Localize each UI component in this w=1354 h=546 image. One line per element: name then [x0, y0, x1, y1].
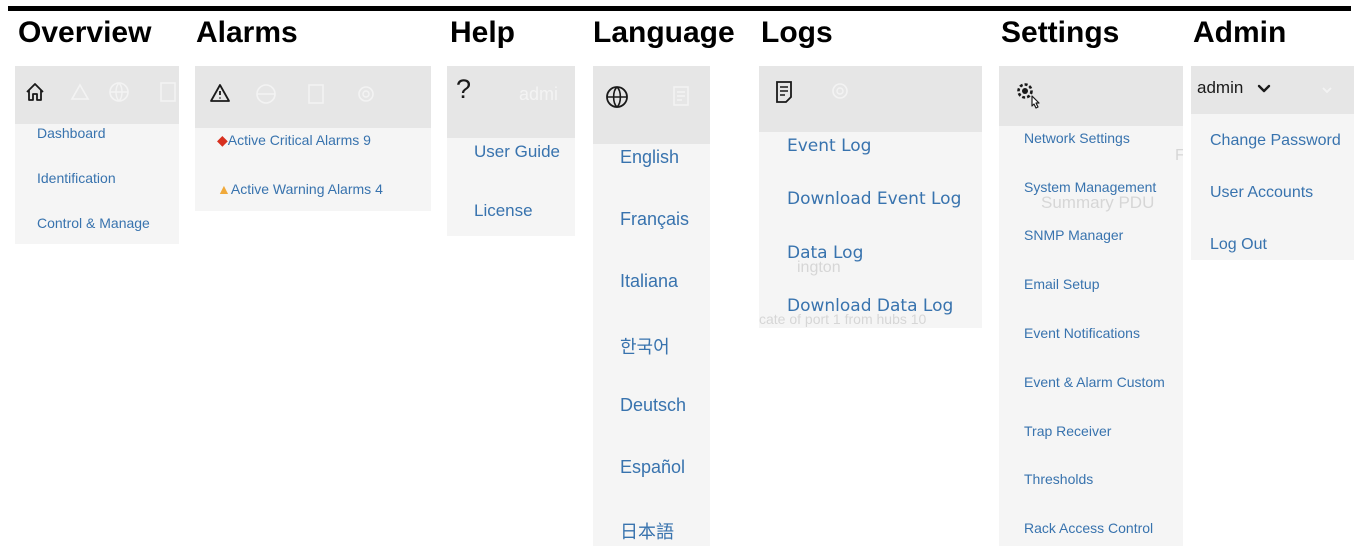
settings-dropdown: Summary PDU F Network Settings System Ma…	[999, 66, 1183, 546]
ghost-admin-text: admi	[519, 84, 559, 104]
logs-item-download-event-log[interactable]: Download Event Log	[787, 189, 961, 209]
critical-diamond-icon: ◆	[217, 132, 228, 148]
logs-item-download-data-log[interactable]: Download Data Log	[787, 296, 953, 316]
settings-item-event-notifications[interactable]: Event Notifications	[1024, 325, 1140, 341]
admin-username: admin	[1197, 78, 1244, 97]
settings-item-snmp-manager[interactable]: SNMP Manager	[1024, 227, 1123, 243]
chevron-ghost-icon	[1321, 86, 1333, 94]
help-item-user-guide[interactable]: User Guide	[474, 142, 560, 162]
logs-item-data-log[interactable]: Data Log	[787, 243, 863, 263]
overview-dropdown: Dashboard Identification Control & Manag…	[15, 66, 179, 244]
warning-alarm-label: Active Warning Alarms	[230, 181, 372, 197]
logs-dropdown: ington cate of port 1 from hubs 10 Event…	[759, 66, 982, 328]
critical-alarm-label: Active Critical Alarms	[227, 132, 360, 148]
logs-item-event-log[interactable]: Event Log	[787, 136, 871, 156]
heading-help: Help	[450, 16, 516, 49]
alarm-critical-link[interactable]: ◆Active Critical Alarms 9	[217, 132, 371, 149]
warning-ghost-icon	[70, 83, 90, 101]
gear-ghost-icon	[355, 83, 377, 105]
document-icon[interactable]	[774, 80, 794, 104]
settings-item-system-management[interactable]: System Management	[1024, 179, 1156, 195]
admin-item-user-accounts[interactable]: User Accounts	[1210, 184, 1313, 202]
help-item-license[interactable]: License	[474, 201, 533, 221]
critical-alarm-count: 9	[363, 132, 371, 148]
language-item-korean[interactable]: 한국어	[620, 333, 670, 359]
top-rule	[8, 6, 1351, 11]
settings-item-trap-receiver[interactable]: Trap Receiver	[1024, 423, 1111, 439]
warning-small-triangle-icon: ▲	[217, 181, 231, 197]
warning-alarm-count: 4	[375, 181, 383, 197]
overview-item-identification[interactable]: Identification	[37, 170, 116, 186]
settings-item-thresholds[interactable]: Thresholds	[1024, 471, 1093, 487]
warning-triangle-icon[interactable]	[209, 83, 231, 103]
document-ghost-icon	[159, 81, 177, 103]
globe-icon[interactable]	[605, 85, 629, 109]
admin-dropdown: admin Change Password User Accounts Log …	[1191, 66, 1354, 260]
ghost-summary-text: Summary PDU	[1041, 193, 1155, 212]
document-ghost-icon	[307, 83, 325, 105]
alarm-warning-link[interactable]: ▲Active Warning Alarms 4	[217, 181, 383, 197]
heading-settings: Settings	[1001, 16, 1120, 49]
heading-alarms: Alarms	[196, 16, 298, 49]
document-ghost-icon	[672, 85, 690, 107]
ghost-letter-text: F	[1175, 147, 1183, 164]
settings-item-event-alarm-custom[interactable]: Event & Alarm Custom	[1024, 374, 1165, 390]
admin-item-log-out[interactable]: Log Out	[1210, 236, 1267, 254]
language-item-italian[interactable]: Italiana	[620, 271, 678, 292]
settings-item-rack-access-control[interactable]: Rack Access Control	[1024, 520, 1153, 536]
overview-item-control-manage[interactable]: Control & Manage	[37, 215, 150, 231]
heading-overview: Overview	[18, 16, 152, 49]
gear-ghost-icon	[829, 80, 851, 102]
settings-item-network[interactable]: Network Settings	[1024, 130, 1130, 146]
help-dropdown: ? admi User Guide License	[447, 66, 575, 236]
language-item-german[interactable]: Deutsch	[620, 395, 686, 416]
globe-ghost-icon	[108, 81, 130, 103]
settings-item-email-setup[interactable]: Email Setup	[1024, 276, 1099, 292]
home-icon[interactable]	[24, 81, 46, 103]
heading-language: Language	[593, 16, 735, 49]
settings-gear-icon[interactable]	[1013, 79, 1043, 109]
admin-user-menu[interactable]: admin	[1197, 78, 1243, 98]
language-item-spanish[interactable]: Español	[620, 457, 685, 478]
language-item-japanese[interactable]: 日本語	[620, 518, 674, 544]
language-item-french[interactable]: Français	[620, 209, 689, 230]
language-item-english[interactable]: English	[620, 147, 679, 168]
overview-item-dashboard[interactable]: Dashboard	[37, 125, 106, 141]
globe-ghost-icon	[255, 83, 277, 105]
question-icon[interactable]: ?	[456, 74, 471, 104]
chevron-down-icon[interactable]	[1257, 84, 1271, 94]
alarms-dropdown: ◆Active Critical Alarms 9 ▲Active Warnin…	[195, 66, 431, 211]
language-dropdown: English Français Italiana 한국어 Deutsch Es…	[593, 66, 710, 546]
admin-item-change-password[interactable]: Change Password	[1210, 132, 1341, 150]
heading-admin: Admin	[1193, 16, 1287, 49]
heading-logs: Logs	[761, 16, 833, 49]
